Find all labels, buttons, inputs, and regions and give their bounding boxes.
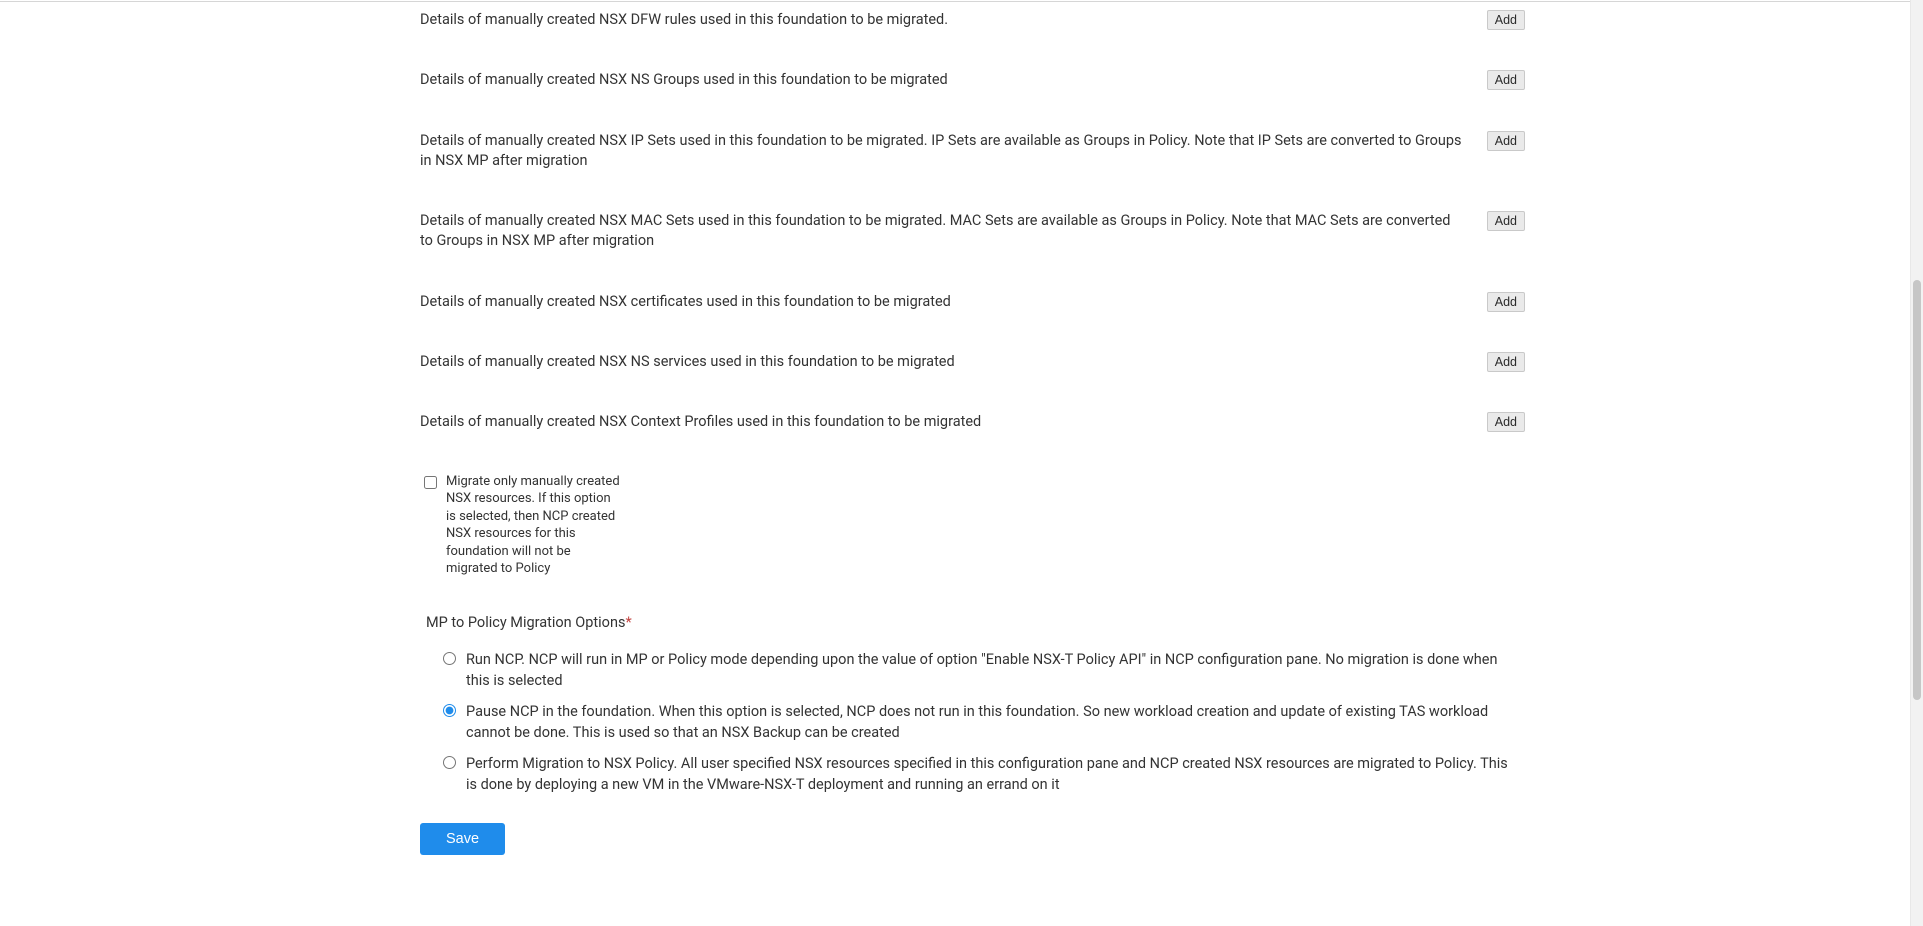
field-row-context-profiles: Details of manually created NSX Context …: [420, 412, 1525, 432]
radio-row-run-ncp: Run NCP. NCP will run in MP or Policy mo…: [438, 649, 1513, 691]
migrate-only-manual-label: Migrate only manually created NSX resour…: [446, 473, 620, 578]
migration-options-heading-text: MP to Policy Migration Options: [426, 614, 625, 631]
radio-row-pause-ncp: Pause NCP in the foundation. When this o…: [438, 701, 1513, 743]
radio-label-pause-ncp: Pause NCP in the foundation. When this o…: [466, 701, 1513, 743]
add-button-ip-sets[interactable]: Add: [1487, 131, 1525, 151]
form-content: Details of manually created NSX DFW rule…: [420, 0, 1543, 855]
field-label: Details of manually created NSX NS servi…: [420, 352, 1467, 372]
migration-options-heading: MP to Policy Migration Options*: [426, 614, 1543, 631]
field-label: Details of manually created NSX Context …: [420, 412, 1467, 432]
add-button-certificates[interactable]: Add: [1487, 292, 1525, 312]
page-container: Details of manually created NSX DFW rule…: [0, 0, 1923, 926]
top-divider: [0, 1, 1910, 2]
field-label: Details of manually created NSX certific…: [420, 292, 1467, 312]
migrate-only-manual-checkbox[interactable]: [424, 476, 437, 489]
radio-row-perform-migration: Perform Migration to NSX Policy. All use…: [438, 753, 1513, 795]
field-row-ns-services: Details of manually created NSX NS servi…: [420, 352, 1525, 372]
add-button-mac-sets[interactable]: Add: [1487, 211, 1525, 231]
add-button-ns-services[interactable]: Add: [1487, 352, 1525, 372]
radio-label-perform-migration: Perform Migration to NSX Policy. All use…: [466, 753, 1513, 795]
field-label: Details of manually created NSX MAC Sets…: [420, 211, 1467, 252]
radio-run-ncp[interactable]: [443, 652, 456, 665]
field-label: Details of manually created NSX DFW rule…: [420, 10, 1467, 30]
save-row: Save: [420, 823, 1543, 855]
field-row-certificates: Details of manually created NSX certific…: [420, 292, 1525, 312]
vertical-scrollbar[interactable]: [1910, 0, 1923, 926]
field-row-mac-sets: Details of manually created NSX MAC Sets…: [420, 211, 1525, 252]
field-label: Details of manually created NSX IP Sets …: [420, 131, 1467, 172]
add-button-ns-groups[interactable]: Add: [1487, 70, 1525, 90]
migrate-only-manual-row: Migrate only manually created NSX resour…: [420, 473, 620, 578]
field-row-ns-groups: Details of manually created NSX NS Group…: [420, 70, 1525, 90]
radio-label-run-ncp: Run NCP. NCP will run in MP or Policy mo…: [466, 649, 1513, 691]
add-button-dfw[interactable]: Add: [1487, 10, 1525, 30]
field-label: Details of manually created NSX NS Group…: [420, 70, 1467, 90]
field-row-ip-sets: Details of manually created NSX IP Sets …: [420, 131, 1525, 172]
radio-perform-migration[interactable]: [443, 756, 456, 769]
field-row-dfw: Details of manually created NSX DFW rule…: [420, 10, 1525, 30]
add-button-context-profiles[interactable]: Add: [1487, 412, 1525, 432]
required-mark: *: [625, 614, 631, 631]
save-button[interactable]: Save: [420, 823, 505, 855]
radio-pause-ncp[interactable]: [443, 704, 456, 717]
scroll-thumb[interactable]: [1913, 280, 1921, 700]
migration-options-radio-group: Run NCP. NCP will run in MP or Policy mo…: [438, 649, 1513, 795]
